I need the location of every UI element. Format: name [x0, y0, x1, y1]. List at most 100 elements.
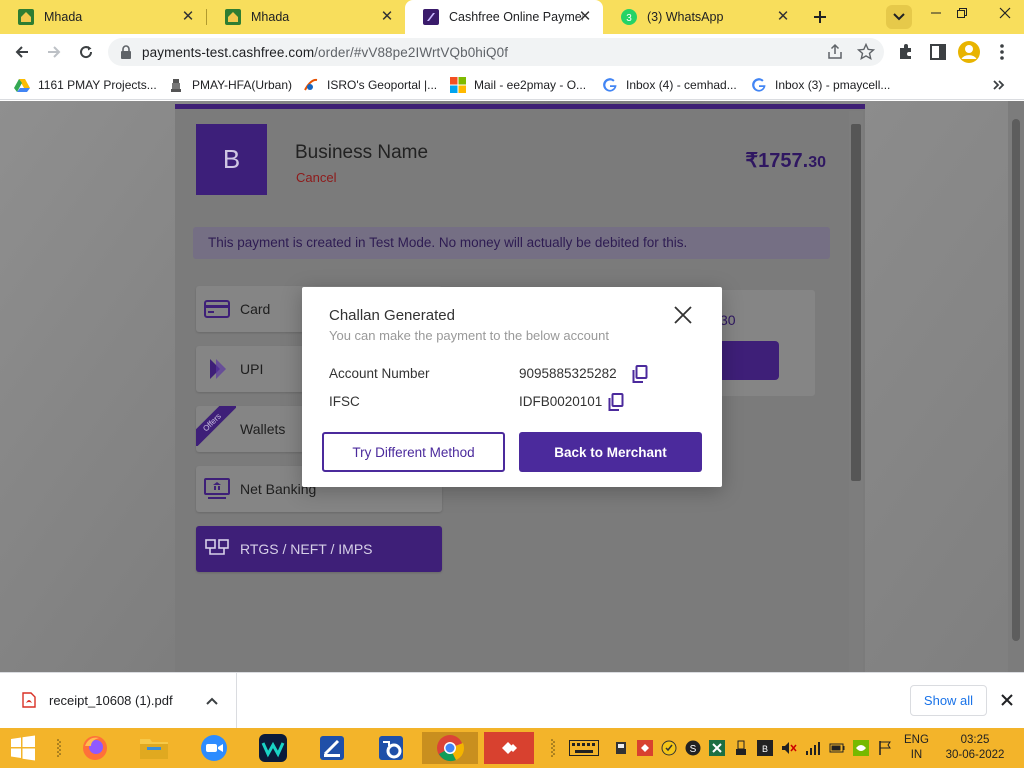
settings-app[interactable] [374, 732, 408, 764]
clock-date: 30-06-2022 [945, 749, 1005, 761]
forward-button[interactable] [40, 38, 68, 66]
method-label: RTGS / NEFT / IMPS [240, 541, 373, 557]
excel-sync-icon[interactable] [709, 740, 725, 756]
account-number-value: 9095885325282 [519, 366, 617, 381]
input-language-indicator[interactable]: ENG IN [904, 733, 929, 763]
close-window-button[interactable] [990, 0, 1020, 26]
flag-icon[interactable] [877, 740, 893, 756]
method-rtgs-neft-imps[interactable]: RTGS / NEFT / IMPS [196, 526, 442, 572]
tab-title: Mhada [251, 10, 290, 24]
google-icon [603, 78, 617, 92]
reload-icon [80, 46, 93, 59]
cancel-link[interactable]: Cancel [296, 170, 336, 185]
tab-mhada-1[interactable]: Mhada ✕ [0, 0, 206, 34]
start-button[interactable] [6, 732, 40, 764]
back-button[interactable] [8, 38, 36, 66]
scanner-icon [320, 736, 344, 760]
close-icon[interactable] [672, 304, 694, 326]
isro-icon [304, 78, 318, 91]
firefox-app[interactable] [78, 732, 112, 764]
method-label: UPI [240, 361, 264, 377]
webex-app[interactable] [256, 732, 290, 764]
tab-cashfree[interactable]: Cashfree Online Payment ✕ [405, 0, 603, 34]
bookmark-inbox-pmaycell[interactable]: Inbox (3) - pmaycell... [751, 76, 890, 94]
reload-button[interactable] [72, 38, 100, 66]
skype-icon[interactable]: S [685, 740, 701, 756]
bookmarks-bar: 1161 PMAY Projects... PMAY-HFA(Urban) IS… [0, 70, 1024, 100]
system-clock[interactable]: 03:25 30-06-2022 [940, 733, 1010, 763]
anydesk-app[interactable] [484, 732, 534, 764]
star-icon[interactable] [857, 43, 875, 61]
bookmark-inbox-cemhad[interactable]: Inbox (4) - cemhad... [602, 76, 737, 94]
new-tab-button[interactable] [806, 4, 834, 30]
tab-title: Cashfree Online Payment [449, 10, 583, 24]
url-host: payments-test.cashfree.com [142, 45, 315, 60]
bookmark-label: Inbox (4) - cemhad... [626, 78, 737, 92]
browser-tab-strip: Mhada ✕ Mhada ✕ Cashfree Online Payment … [0, 0, 1024, 34]
restore-icon [957, 8, 967, 18]
restore-button[interactable] [947, 0, 977, 26]
minimize-icon [931, 12, 941, 14]
file-explorer-app[interactable] [137, 732, 171, 764]
speaker-muted-icon[interactable] [781, 740, 797, 756]
copy-icon[interactable] [632, 365, 648, 383]
close-icon[interactable] [998, 691, 1016, 709]
close-tab-icon[interactable]: ✕ [180, 9, 196, 25]
method-label: Card [240, 301, 271, 317]
google-icon [752, 78, 766, 92]
chevron-up-icon[interactable] [204, 693, 220, 709]
clock-time: 03:25 [960, 734, 990, 746]
emblem-icon [171, 79, 181, 92]
keyboard-icon[interactable] [569, 740, 599, 756]
more-bookmarks-button[interactable] [993, 76, 1005, 94]
device-icon[interactable] [613, 740, 629, 756]
nvidia-icon[interactable] [853, 740, 869, 756]
bookmark-pmay-hfa[interactable]: PMAY-HFA(Urban) [168, 76, 292, 94]
close-tab-icon[interactable]: ✕ [577, 9, 593, 25]
norton-icon[interactable] [661, 740, 677, 756]
bookmark-isro-geoportal[interactable]: ISRO's Geoportal |... [303, 76, 437, 94]
chevron-down-icon [893, 13, 905, 21]
amount-main: ₹1757. [745, 150, 809, 172]
grip-icon [57, 739, 61, 757]
try-different-method-button[interactable]: Try Different Method [322, 432, 505, 472]
copy-icon[interactable] [608, 393, 624, 411]
tab-whatsapp[interactable]: 3 (3) WhatsApp ✕ [603, 0, 801, 34]
address-bar[interactable]: payments-test.cashfree.com/order/#vV88pe… [108, 38, 884, 66]
bookmark-label: 1161 PMAY Projects... [38, 78, 157, 92]
bookmark-mail[interactable]: Mail - ee2pmay - O... [450, 76, 586, 94]
side-panel-button[interactable] [927, 41, 949, 63]
modal-title: Challan Generated [329, 307, 455, 324]
share-icon[interactable] [826, 43, 844, 61]
page-scrollbar[interactable] [1008, 101, 1024, 672]
scanner-app[interactable] [315, 732, 349, 764]
bluetooth-device-icon[interactable]: B [757, 740, 773, 756]
usb-icon[interactable] [733, 740, 749, 756]
card-scrollbar[interactable] [849, 111, 863, 672]
close-tab-icon[interactable]: ✕ [379, 9, 395, 25]
business-name: Business Name [295, 142, 429, 163]
zoom-app[interactable] [197, 732, 231, 764]
offers-ribbon-label: Offers [196, 406, 236, 446]
microsoft-icon [450, 77, 466, 93]
menu-button[interactable] [991, 41, 1013, 63]
profile-button[interactable] [958, 41, 980, 63]
lang-line2: IN [910, 749, 923, 761]
battery-icon[interactable] [829, 740, 845, 756]
modal-subtitle: You can make the payment to the below ac… [329, 328, 609, 343]
show-all-downloads-button[interactable]: Show all [910, 685, 987, 716]
download-item[interactable]: receipt_10608 (1).pdf [0, 673, 237, 729]
bookmark-pmay-projects[interactable]: 1161 PMAY Projects... [14, 76, 157, 94]
back-to-merchant-button[interactable]: Back to Merchant [519, 432, 702, 472]
chrome-app[interactable] [422, 732, 478, 764]
lock-icon[interactable] [120, 45, 132, 59]
extensions-button[interactable] [895, 41, 917, 63]
card-scrollbar-thumb[interactable] [851, 124, 861, 481]
tab-search-button[interactable] [886, 5, 912, 29]
tab-mhada-2[interactable]: Mhada ✕ [207, 0, 405, 34]
close-tab-icon[interactable]: ✕ [775, 9, 791, 25]
page-scrollbar-thumb[interactable] [1012, 119, 1020, 641]
plus-icon [814, 11, 826, 23]
anydesk-tray-icon[interactable] [637, 740, 653, 756]
network-icon[interactable] [805, 740, 821, 756]
